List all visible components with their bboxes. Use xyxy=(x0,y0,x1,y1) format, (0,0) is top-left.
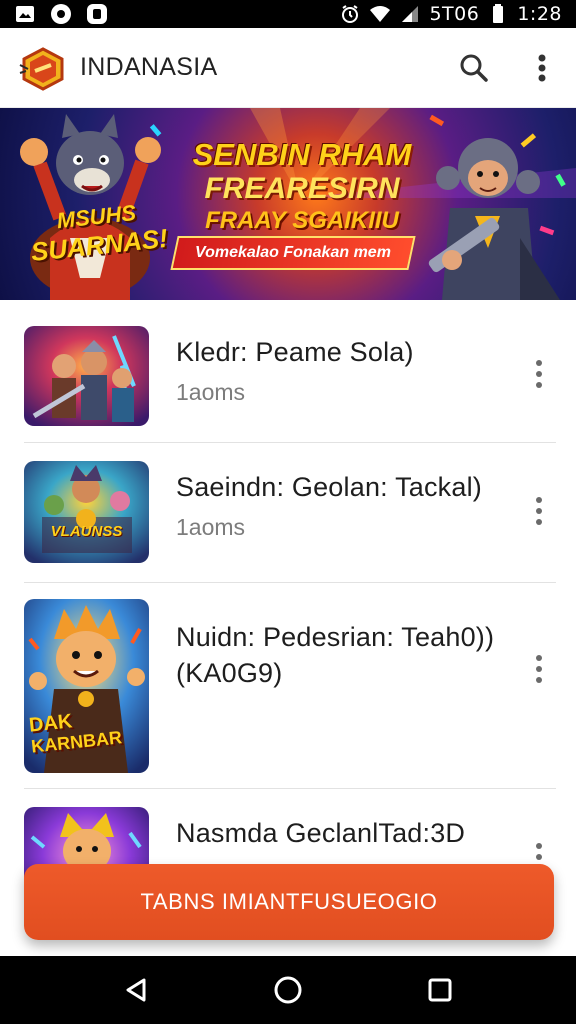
item-text: Kledr: Peame Sola) 1aoms xyxy=(176,334,506,408)
banner-headline-2: FREARESIRN xyxy=(204,172,400,205)
thumbnail-label: VLAUNSS xyxy=(50,523,123,540)
item-more-button[interactable] xyxy=(526,649,552,689)
promo-banner[interactable]: MSUHS SUARNAS! SENBIN RHAM FREARESIRN FR… xyxy=(0,108,576,300)
status-bar: 5T06 1:28 xyxy=(0,0,576,28)
item-title: Nuidn: Pedesrian: Teah0)) (KA0G9) xyxy=(176,622,495,688)
item-subtitle: 1aoms xyxy=(176,514,246,540)
clock: 1:28 xyxy=(517,3,562,25)
item-title: Saeindn: Geolan: Tackal) xyxy=(176,472,482,502)
item-title: Nasmda GeclanlTad:3D xyxy=(176,818,466,848)
back-button[interactable] xyxy=(114,968,158,1012)
more-vert-icon xyxy=(536,360,542,366)
banner-headline-3: FRAAY SGAIKIIU xyxy=(205,207,399,234)
list-item[interactable]: VLAUNSS Saeindn: Geolan: Tackal) 1aoms xyxy=(0,461,576,563)
more-vert-icon xyxy=(536,655,542,661)
image-notification-icon xyxy=(14,4,36,24)
signal-icon xyxy=(399,4,421,24)
item-text: Nuidn: Pedesrian: Teah0)) (KA0G9) xyxy=(176,619,506,691)
game-thumbnail xyxy=(24,326,149,426)
cta-label: TABNS IMIANTFUSUEOGIO xyxy=(140,889,438,914)
more-vert-icon xyxy=(538,54,546,81)
game-thumbnail: VLAUNSS xyxy=(24,461,149,563)
divider xyxy=(24,442,556,443)
divider xyxy=(24,788,556,789)
search-button[interactable] xyxy=(458,52,490,84)
wifi-icon xyxy=(369,4,391,24)
app-title: INDANASIA xyxy=(80,53,218,81)
status-text: 5T06 xyxy=(429,3,480,25)
item-text: Nasmda GeclanlTad:3D xyxy=(176,815,506,851)
back-icon xyxy=(126,978,146,1002)
item-subtitle: 1aoms xyxy=(176,379,246,405)
list-item[interactable]: DAK KARNBAR Nuidn: Pedesrian: Teah0)) (K… xyxy=(0,599,576,773)
system-nav-bar xyxy=(0,956,576,1024)
recents-button[interactable] xyxy=(418,968,462,1012)
search-icon xyxy=(460,54,488,82)
banner-headline-1: SENBIN RHAM xyxy=(192,137,412,172)
divider xyxy=(24,582,556,583)
alarm-icon xyxy=(339,4,361,24)
item-more-button[interactable] xyxy=(526,491,552,531)
more-vert-icon xyxy=(536,497,542,503)
app-notification-icon xyxy=(86,4,108,24)
item-title: Kledr: Peame Sola) xyxy=(176,337,414,367)
circle-notification-icon xyxy=(50,4,72,24)
list-item[interactable]: Kledr: Peame Sola) 1aoms xyxy=(0,326,576,426)
app-bar: INDANASIA xyxy=(0,28,576,108)
banner-ribbon: Vomekalao Fonakan mem xyxy=(170,236,416,270)
home-icon xyxy=(274,976,302,1004)
more-vert-icon xyxy=(536,843,542,849)
app-logo xyxy=(18,43,68,93)
primary-cta-button[interactable]: TABNS IMIANTFUSUEOGIO xyxy=(24,864,554,940)
battery-icon xyxy=(487,4,509,24)
banner-headline: SENBIN RHAM FREARESIRN FRAAY SGAIKIIU xyxy=(182,138,422,236)
overflow-menu-button[interactable] xyxy=(526,52,558,84)
recents-icon xyxy=(428,978,452,1002)
item-more-button[interactable] xyxy=(526,354,552,394)
banner-ribbon-text: Vomekalao Fonakan mem xyxy=(195,244,391,261)
home-button[interactable] xyxy=(266,968,310,1012)
game-thumbnail: DAK KARNBAR xyxy=(24,599,149,773)
item-text: Saeindn: Geolan: Tackal) 1aoms xyxy=(176,469,506,543)
